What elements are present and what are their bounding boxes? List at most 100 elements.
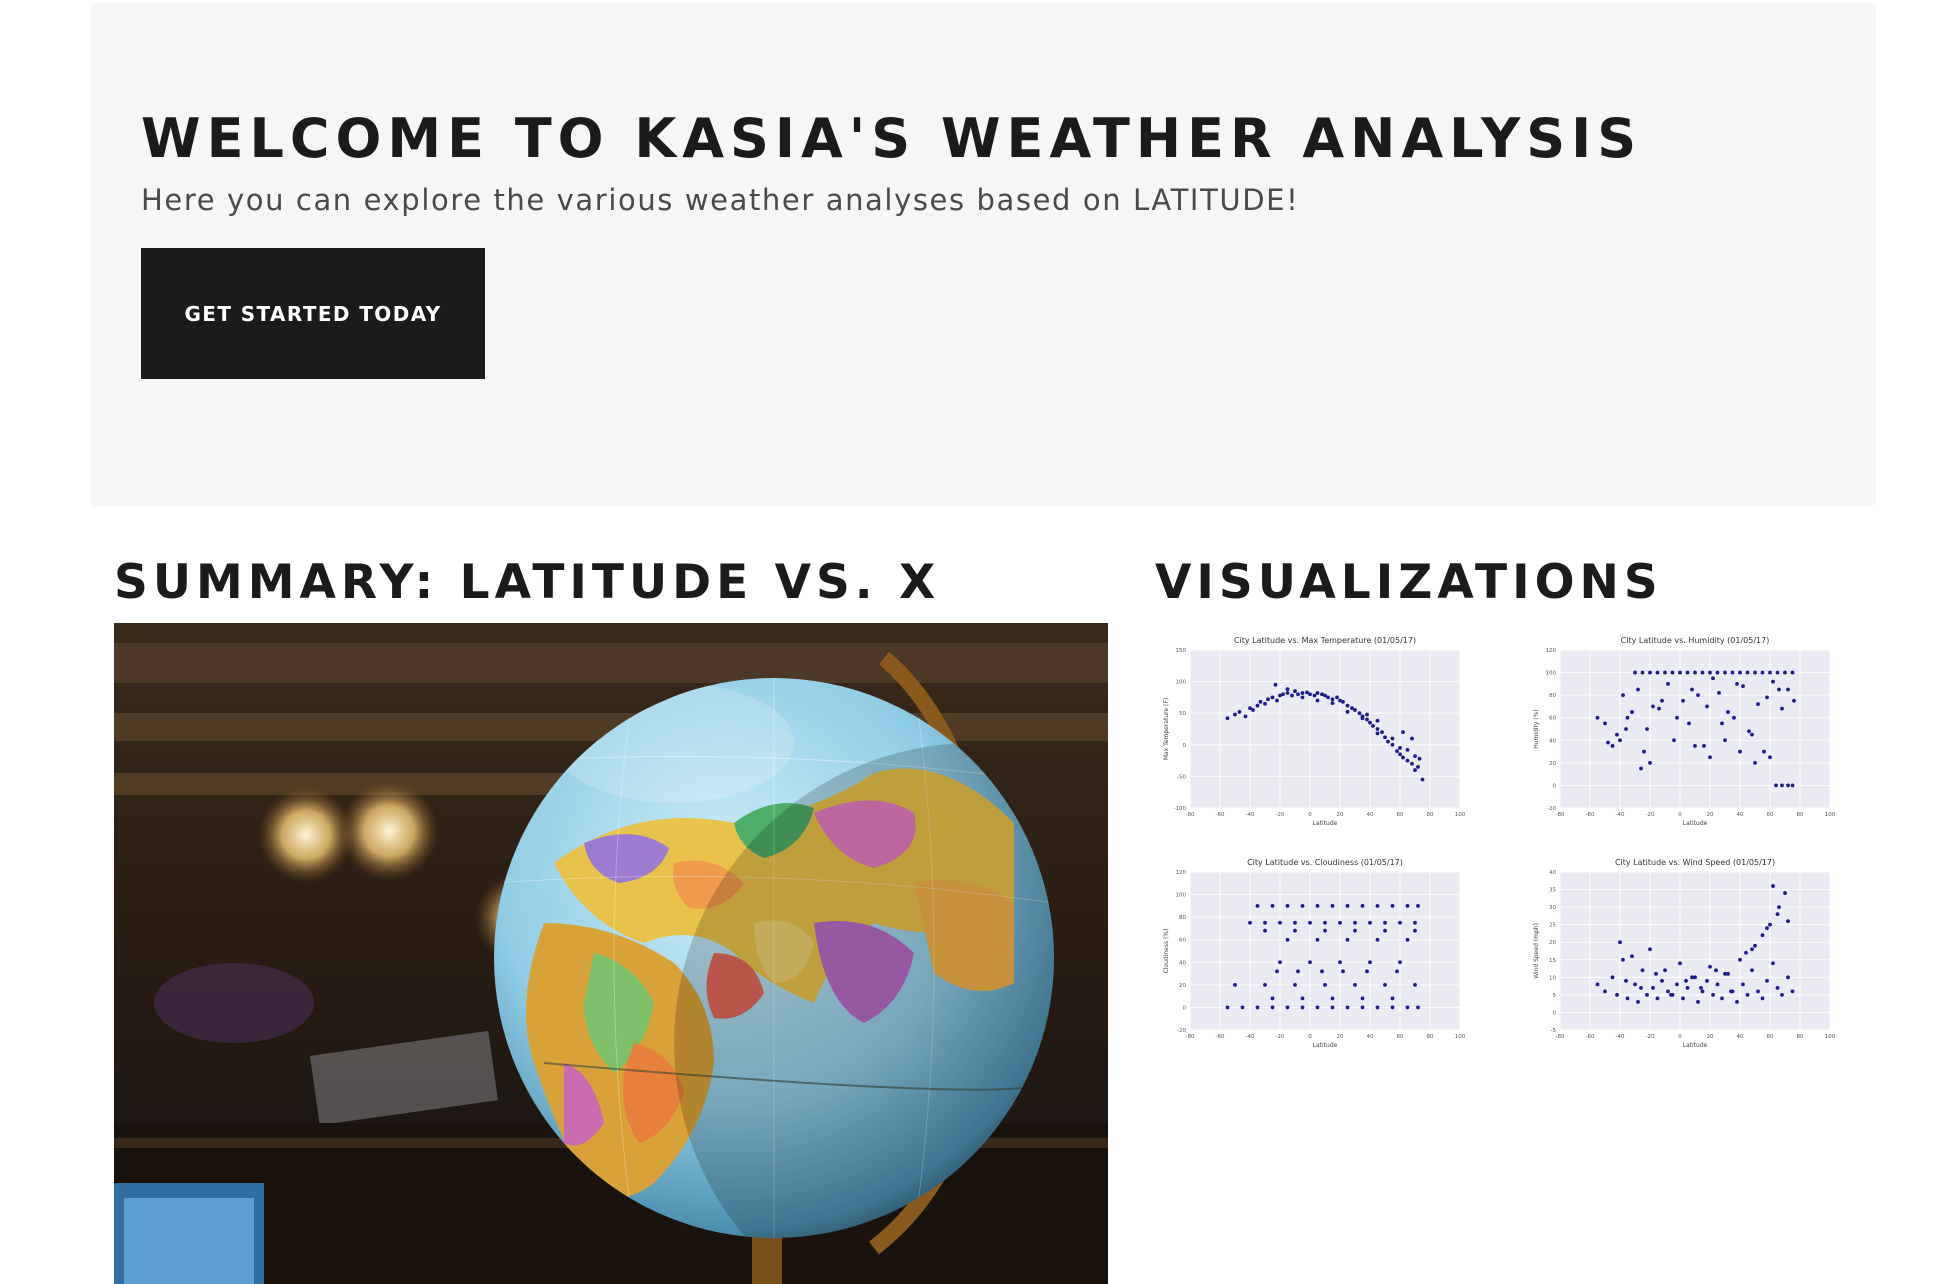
data-point (1630, 710, 1634, 714)
data-point (1323, 982, 1327, 987)
get-started-button[interactable]: GET STARTED TODAY (141, 248, 485, 379)
data-point (1624, 727, 1628, 731)
x-axis-label: Latitude (1683, 1042, 1708, 1049)
data-point (1312, 693, 1317, 698)
data-point (1405, 903, 1410, 908)
data-point (1639, 766, 1643, 771)
data-point (1251, 708, 1255, 712)
data-point (1696, 1000, 1700, 1004)
x-tick-label: 60 (1397, 1034, 1404, 1040)
scatter-cloudiness: -80 -60 -40 -20 0 20 40 60 80 100 -20 0 20 40 60 80 100 1… (1163, 858, 1466, 1049)
x-tick-label: 40 (1367, 812, 1374, 818)
data-point (1678, 670, 1682, 675)
data-point (1410, 761, 1414, 766)
data-point (1603, 721, 1607, 726)
data-point (1760, 933, 1765, 938)
x-tick-label: -60 (1216, 1034, 1225, 1040)
data-point (1330, 1005, 1335, 1010)
y-tick-label: -100 (1174, 806, 1187, 812)
data-point (1775, 985, 1780, 990)
data-point (1375, 727, 1380, 731)
data-point (1293, 928, 1297, 933)
data-point (1678, 961, 1682, 966)
data-point (1300, 996, 1305, 1001)
y-tick-label: 100 (1546, 671, 1557, 677)
data-point (1693, 975, 1697, 980)
data-point (1335, 695, 1339, 700)
data-point (1618, 940, 1622, 945)
data-point (1383, 920, 1387, 925)
data-point (1375, 903, 1380, 908)
data-point (1760, 670, 1765, 675)
data-point (1720, 721, 1724, 726)
data-point (1615, 732, 1619, 737)
data-point (1360, 716, 1365, 721)
x-tick-label: -80 (1556, 812, 1565, 818)
data-point (1756, 989, 1760, 994)
y-tick-label: -20 (1547, 806, 1556, 812)
data-point (1685, 985, 1690, 990)
data-point (1275, 969, 1279, 974)
data-point (1700, 989, 1705, 994)
data-point (1275, 698, 1279, 703)
data-point (1413, 982, 1417, 987)
y-axis-label: Max Temperature (F) (1163, 698, 1170, 760)
data-point (1723, 670, 1727, 675)
data-point (1606, 740, 1610, 745)
data-point (1630, 954, 1634, 959)
x-tick-label: 80 (1427, 1034, 1434, 1040)
y-axis-label: Cloudiness (%) (1163, 929, 1170, 974)
globe-photo (114, 623, 1108, 1284)
data-point (1765, 695, 1769, 700)
data-point (1308, 920, 1312, 925)
page-title: WELCOME TO KASIA'S WEATHER ANALYSIS (141, 107, 1643, 170)
data-point (1386, 739, 1390, 744)
x-tick-label: 60 (1397, 812, 1404, 818)
data-point (1375, 718, 1380, 723)
data-point (1375, 1005, 1380, 1010)
data-point (1390, 996, 1395, 1001)
data-point (1233, 982, 1237, 987)
data-point (1780, 706, 1784, 711)
x-tick-label: 40 (1737, 812, 1744, 818)
x-tick-label: 100 (1825, 812, 1836, 818)
data-point (1771, 679, 1775, 684)
data-point (1390, 742, 1395, 747)
summary-heading: SUMMARY: LATITUDE VS. X (114, 555, 941, 610)
data-point (1413, 768, 1417, 772)
plot-area (1190, 650, 1460, 808)
data-point (1790, 670, 1795, 675)
data-point (1753, 670, 1757, 675)
data-point (1293, 982, 1297, 987)
data-point (1357, 711, 1362, 716)
data-point (1383, 735, 1387, 740)
data-point (1645, 992, 1649, 997)
data-point (1398, 746, 1402, 750)
data-point (1714, 968, 1718, 973)
data-point (1383, 982, 1387, 987)
y-tick-label: 25 (1549, 923, 1556, 929)
chart-title: City Latitude vs. Humidity (01/05/17) (1621, 636, 1770, 645)
data-point (1371, 723, 1375, 728)
data-point (1410, 736, 1414, 741)
data-point (1729, 989, 1733, 994)
data-point (1398, 960, 1402, 965)
data-point (1380, 730, 1384, 735)
data-point (1290, 693, 1294, 698)
scatter-max-temperature: -80 -60 -40 -20 0 20 40 60 80 100 -100 -50 0 50 100 150… (1163, 636, 1466, 827)
data-point (1595, 715, 1600, 720)
data-point (1771, 961, 1775, 966)
data-point (1360, 996, 1365, 1001)
data-point (1273, 682, 1278, 687)
data-point (1651, 985, 1655, 990)
plot-max-temperature: -80 -60 -40 -20 0 20 40 60 80 100 -100 -50 0 50 100 150… (1160, 632, 1490, 840)
data-point (1624, 978, 1628, 983)
data-point (1681, 996, 1685, 1001)
y-tick-label: -5 (1551, 1028, 1557, 1034)
data-point (1663, 968, 1667, 973)
data-point (1365, 969, 1369, 974)
x-axis-label: Latitude (1313, 1042, 1338, 1049)
data-point (1693, 744, 1697, 748)
y-tick-label: 40 (1549, 738, 1556, 744)
data-point (1278, 920, 1282, 925)
